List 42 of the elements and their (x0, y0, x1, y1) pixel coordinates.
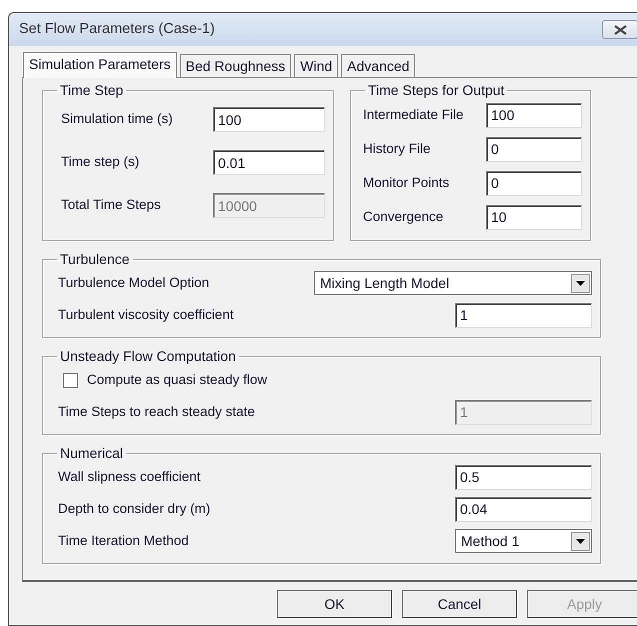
group-title: Numerical (59, 445, 124, 461)
close-icon (614, 24, 626, 34)
group-title: Time Steps for Output (367, 82, 506, 98)
text-field[interactable]: 0.01 (213, 150, 325, 175)
field-label: Monitor Points (362, 174, 450, 192)
field-label: Time Steps to reach steady state (57, 402, 255, 421)
group-title: Time Step (59, 82, 124, 98)
text-field[interactable]: 0.04 (455, 496, 592, 522)
text-field[interactable]: 100 (486, 102, 582, 128)
window-title: Set Flow Parameters (Case-1) (19, 20, 215, 39)
dropdown[interactable]: Method 1 (455, 529, 592, 553)
field-label: Turbulent viscosity coefficient (57, 306, 234, 324)
close-button[interactable] (602, 20, 637, 39)
checkbox[interactable] (63, 372, 78, 388)
dialog-button[interactable]: Cancel (402, 590, 517, 618)
group-title: Unsteady Flow Computation (59, 348, 237, 364)
field-label: Simulation time (s) (60, 110, 173, 128)
field-label: Convergence (362, 208, 444, 226)
field-label: Total Time Steps (60, 196, 161, 214)
dropdown-arrow-icon (576, 538, 585, 544)
checkbox-label: Compute as quasi steady flow (87, 370, 268, 389)
field-label: Time step (s) (60, 153, 140, 172)
field-label: History File (362, 140, 431, 158)
dropdown-arrow-icon (576, 280, 585, 286)
tab[interactable]: Wind (294, 54, 338, 77)
tab[interactable]: Advanced (341, 54, 416, 77)
tab[interactable]: Bed Roughness (180, 54, 292, 77)
text-field[interactable]: 1 (455, 302, 592, 328)
field-label: Wall slipness coefficient (57, 468, 201, 486)
text-field[interactable]: 0.5 (455, 464, 592, 490)
dropdown[interactable]: Mixing Length Model (314, 271, 592, 295)
group-title: Turbulence (59, 251, 131, 267)
field-label: Time Iteration Method (57, 532, 189, 550)
text-field[interactable]: 0 (486, 170, 582, 196)
text-field[interactable]: 100 (213, 107, 325, 132)
text-field[interactable]: 10 (486, 204, 582, 230)
field-label: Intermediate File (362, 106, 464, 124)
field-label: Depth to consider dry (m) (57, 500, 210, 518)
dialog-button[interactable]: OK (277, 590, 392, 618)
tab[interactable]: Simulation Parameters (23, 52, 177, 78)
field-label: Turbulence Model Option (57, 274, 210, 292)
text-field[interactable]: 0 (486, 136, 582, 162)
